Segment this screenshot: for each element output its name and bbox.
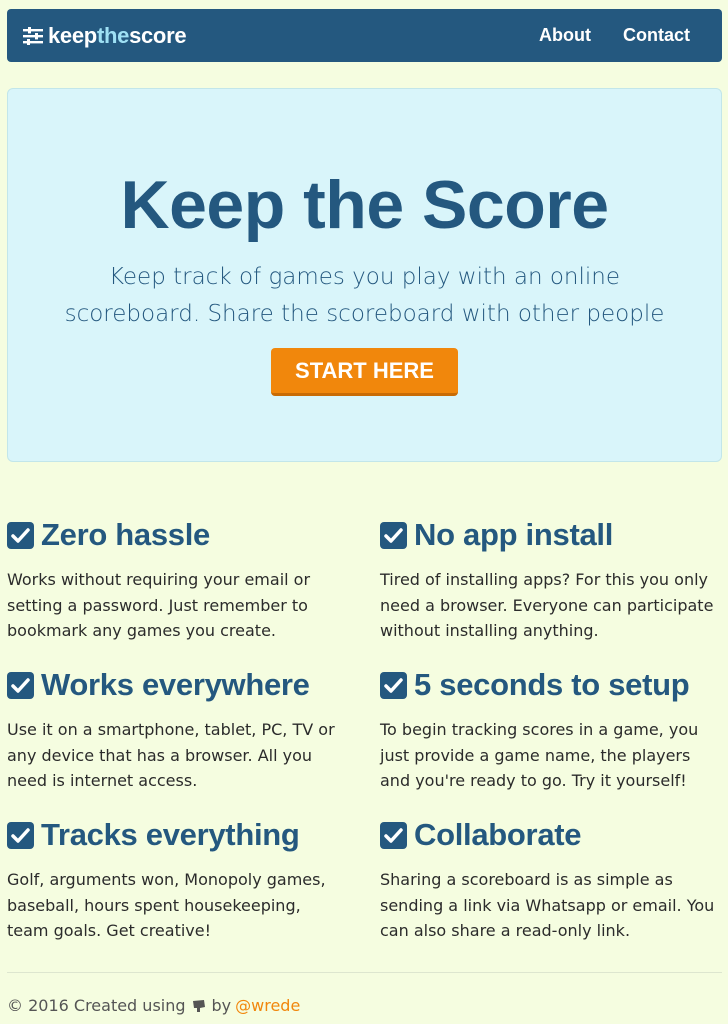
footer: © 2016 Created using by @wrede bbox=[7, 996, 300, 1015]
footer-divider bbox=[7, 972, 722, 973]
checkbox-checked-icon bbox=[380, 671, 407, 699]
feature-tracks-everything: Tracks everything Golf, arguments won, M… bbox=[7, 815, 347, 944]
hero-section: Keep the Score Keep track of games you p… bbox=[7, 88, 722, 462]
feature-5-seconds-setup: 5 seconds to setup To begin tracking sco… bbox=[380, 665, 720, 794]
checkbox-checked-icon bbox=[380, 821, 407, 849]
feature-description: Tired of installing apps? For this you o… bbox=[380, 570, 714, 640]
navbar: keepthescore About Contact bbox=[7, 9, 722, 62]
feature-title: Zero hassle bbox=[41, 517, 211, 552]
ember-icon bbox=[192, 999, 205, 1012]
feature-title: 5 seconds to setup bbox=[414, 667, 690, 702]
checkbox-checked-icon bbox=[380, 521, 407, 549]
nav-link-about[interactable]: About bbox=[539, 25, 591, 46]
feature-description: Golf, arguments won, Monopoly games, bas… bbox=[7, 870, 326, 940]
hero-description: Keep track of games you play with an onl… bbox=[64, 264, 665, 327]
checkbox-checked-icon bbox=[7, 521, 34, 549]
hero-title: Keep the Score bbox=[120, 167, 609, 243]
feature-description: Works without requiring your email or se… bbox=[7, 570, 311, 640]
feature-description: To begin tracking scores in a game, you … bbox=[380, 720, 699, 790]
feature-title: No app install bbox=[414, 517, 614, 552]
feature-zero-hassle: Zero hassle Works without requiring your… bbox=[7, 515, 347, 644]
nav-link-contact[interactable]: Contact bbox=[623, 25, 690, 46]
feature-title: Tracks everything bbox=[41, 817, 300, 852]
feature-description: Sharing a scoreboard is as simple as sen… bbox=[380, 870, 715, 940]
feature-works-everywhere: Works everywhere Use it on a smartphone,… bbox=[7, 665, 347, 794]
footer-author-link[interactable]: @wrede bbox=[235, 996, 300, 1015]
footer-copyright: © 2016 Created using bbox=[7, 996, 186, 1015]
footer-by: by bbox=[211, 996, 232, 1015]
feature-title: Works everywhere bbox=[41, 667, 310, 702]
feature-title: Collaborate bbox=[414, 817, 582, 852]
feature-description: Use it on a smartphone, tablet, PC, TV o… bbox=[7, 720, 335, 790]
checkbox-checked-icon bbox=[7, 821, 34, 849]
feature-collaborate: Collaborate Sharing a scoreboard is as s… bbox=[380, 815, 720, 944]
checkbox-checked-icon bbox=[7, 671, 34, 699]
brand-name: keepthescore bbox=[48, 22, 187, 48]
brand[interactable]: keepthescore bbox=[23, 22, 187, 49]
feature-no-app-install: No app install Tired of installing apps?… bbox=[380, 515, 720, 644]
start-here-button[interactable]: START HERE bbox=[271, 348, 458, 396]
sliders-icon bbox=[23, 26, 43, 45]
